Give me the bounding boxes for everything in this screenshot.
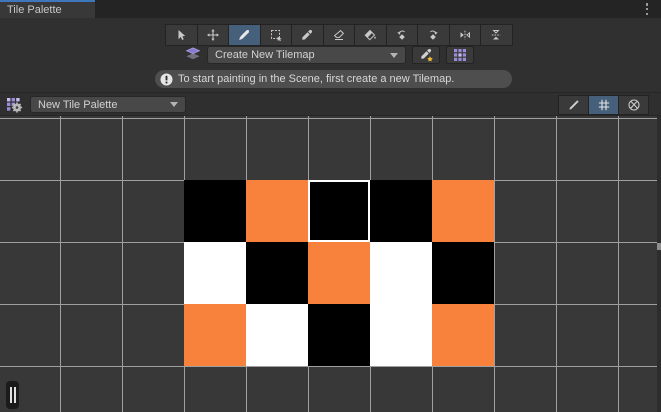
- palette-tile-black[interactable]: [246, 242, 308, 304]
- pick-tool-button[interactable]: [292, 25, 324, 45]
- new-tilemap-grid-button[interactable]: [446, 46, 474, 64]
- tab-tile-palette[interactable]: Tile Palette: [0, 0, 95, 18]
- rotate-ccw-tool-button[interactable]: [387, 25, 419, 45]
- move-icon: [206, 28, 220, 42]
- palette-tile-orange[interactable]: [432, 180, 494, 242]
- move-tool-button[interactable]: [198, 25, 230, 45]
- toolbar: Create New Tilemap: [0, 18, 661, 92]
- box-select-icon: [269, 28, 283, 42]
- tool-button-group: [165, 24, 513, 46]
- palette-grid-canvas[interactable]: [0, 116, 661, 412]
- flip-horizontal-tool-button[interactable]: [450, 25, 482, 45]
- tile-palette-gear-icon: [6, 97, 24, 113]
- gizmo-focus-button[interactable]: [619, 96, 648, 114]
- rotate-right-icon: [426, 28, 440, 42]
- box-fill-tool-button[interactable]: [261, 25, 293, 45]
- palette-tile-white[interactable]: [184, 242, 246, 304]
- active-tilemap-value: Create New Tilemap: [215, 49, 315, 61]
- palette-tile-orange[interactable]: [432, 304, 494, 366]
- warning-banner: To start painting in the Scene, first cr…: [155, 70, 512, 88]
- palette-tile-orange[interactable]: [308, 242, 370, 304]
- select-tool-button[interactable]: [166, 25, 198, 45]
- warning-text: To start painting in the Scene, first cr…: [178, 73, 454, 85]
- eyedropper-star-icon: [419, 48, 434, 63]
- paint-brush-tool-button[interactable]: [229, 25, 261, 45]
- flip-vertical-tool-button[interactable]: [481, 25, 512, 45]
- eraser-icon: [332, 28, 346, 42]
- palette-tile-white[interactable]: [246, 304, 308, 366]
- brush-icon: [237, 28, 251, 42]
- pick-new-brush-button[interactable]: [412, 46, 440, 64]
- rotate-left-icon: [395, 28, 409, 42]
- palette-view-button-group: [558, 95, 649, 115]
- right-edge-strip: [657, 116, 661, 412]
- flip-y-icon: [489, 28, 503, 42]
- palette-tile-orange[interactable]: [184, 304, 246, 366]
- active-tilemap-dropdown[interactable]: Create New Tilemap: [207, 46, 406, 64]
- palette-dropdown[interactable]: New Tile Palette: [30, 96, 186, 113]
- grid-toggle-button[interactable]: [589, 96, 619, 114]
- tile-palette-window: Tile Palette: [0, 0, 661, 412]
- palette-tile-white[interactable]: [370, 304, 432, 366]
- eyedropper-icon: [300, 28, 314, 42]
- palette-tile-black[interactable]: [432, 242, 494, 304]
- exclamation-icon: [160, 73, 173, 86]
- palette-bar: New Tile Palette: [0, 92, 661, 116]
- rotate-cw-tool-button[interactable]: [418, 25, 450, 45]
- tab-bar: Tile Palette: [0, 0, 661, 18]
- palette-tile-black-selected[interactable]: [308, 180, 370, 242]
- palette-tile-orange[interactable]: [246, 180, 308, 242]
- panel-drag-handle[interactable]: [6, 381, 19, 409]
- grid-icon: [597, 98, 611, 112]
- purple-tile-grid-icon: [453, 48, 467, 62]
- kebab-menu-icon[interactable]: [643, 3, 651, 15]
- palette-tile-black[interactable]: [370, 180, 432, 242]
- flood-fill-tool-button[interactable]: [355, 25, 387, 45]
- vertical-scrollbar-thumb[interactable]: [657, 243, 661, 250]
- palette-tile-black[interactable]: [184, 180, 246, 242]
- focus-sphere-icon: [627, 98, 641, 112]
- cursor-icon: [174, 28, 188, 42]
- pencil-icon: [567, 98, 581, 112]
- paint-bucket-icon: [363, 28, 377, 42]
- chevron-down-icon: [170, 102, 178, 107]
- palette-tile-white[interactable]: [370, 242, 432, 304]
- tab-title: Tile Palette: [7, 4, 62, 16]
- palette-tile-black[interactable]: [308, 304, 370, 366]
- chevron-down-icon: [390, 53, 398, 58]
- gear-icon: [12, 102, 22, 112]
- edit-palette-button[interactable]: [559, 96, 589, 114]
- palette-dropdown-value: New Tile Palette: [38, 99, 117, 111]
- layers-icon: [184, 46, 202, 62]
- flip-x-icon: [458, 28, 472, 42]
- erase-tool-button[interactable]: [324, 25, 356, 45]
